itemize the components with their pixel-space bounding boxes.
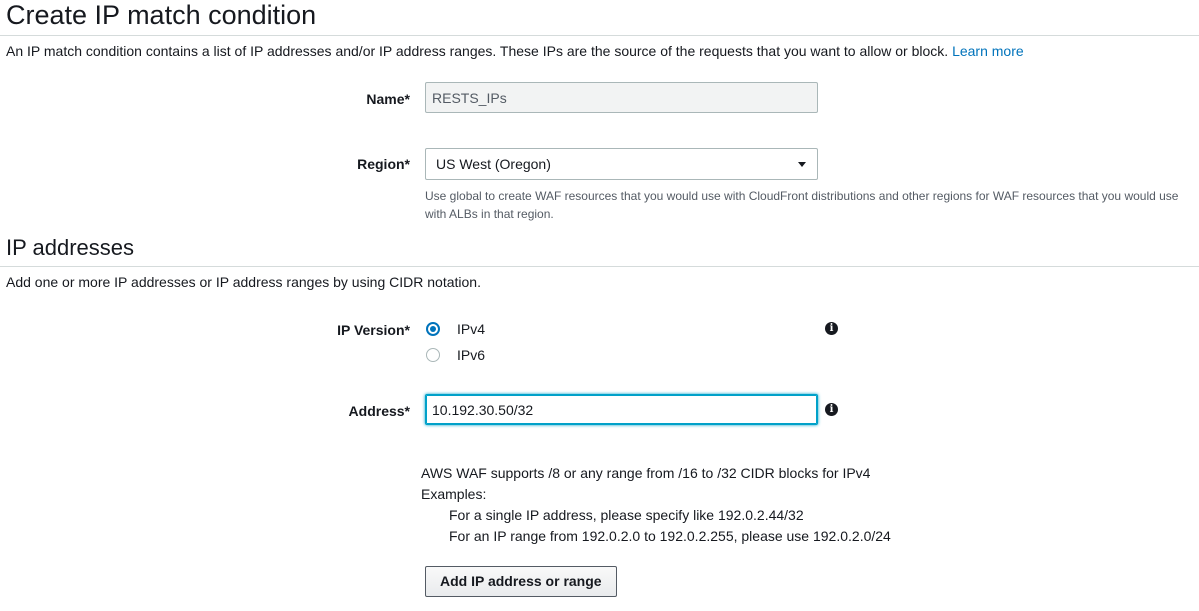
- page-description-text: An IP match condition contains a list of…: [6, 43, 949, 59]
- divider: [0, 35, 1199, 36]
- ipv6-radio[interactable]: [426, 348, 440, 362]
- name-field[interactable]: [425, 82, 818, 113]
- add-ip-address-button[interactable]: Add IP address or range: [425, 566, 617, 597]
- example-ip-range: For an IP range from 192.0.2.0 to 192.0.…: [449, 528, 891, 544]
- cidr-help-text: AWS WAF supports /8 or any range from /1…: [421, 465, 871, 481]
- ipv4-label: IPv4: [457, 321, 486, 337]
- example-single-ip: For a single IP address, please specify …: [449, 507, 804, 523]
- region-select[interactable]: US West (Oregon): [425, 148, 818, 180]
- region-selected-value: US West (Oregon): [436, 156, 551, 172]
- region-hint: Use global to create WAF resources that …: [425, 189, 1179, 221]
- divider: [0, 266, 1199, 267]
- section-description: Add one or more IP addresses or IP addre…: [6, 274, 481, 290]
- name-label: Name*: [366, 91, 410, 107]
- info-icon[interactable]: i: [825, 403, 838, 416]
- page-description: An IP match condition contains a list of…: [6, 43, 1024, 59]
- address-label: Address*: [348, 403, 410, 419]
- address-input[interactable]: [425, 394, 818, 425]
- ipv4-radio[interactable]: [426, 322, 440, 336]
- examples-heading: Examples:: [421, 486, 487, 502]
- caret-down-icon: [798, 162, 806, 167]
- section-title: IP addresses: [6, 235, 135, 260]
- region-label: Region*: [357, 156, 410, 172]
- info-icon[interactable]: i: [825, 322, 838, 335]
- page-title: Create IP match condition: [6, 0, 317, 30]
- ipv6-label: IPv6: [457, 347, 486, 363]
- learn-more-link[interactable]: Learn more: [952, 43, 1024, 59]
- ip-version-label: IP Version*: [337, 322, 410, 338]
